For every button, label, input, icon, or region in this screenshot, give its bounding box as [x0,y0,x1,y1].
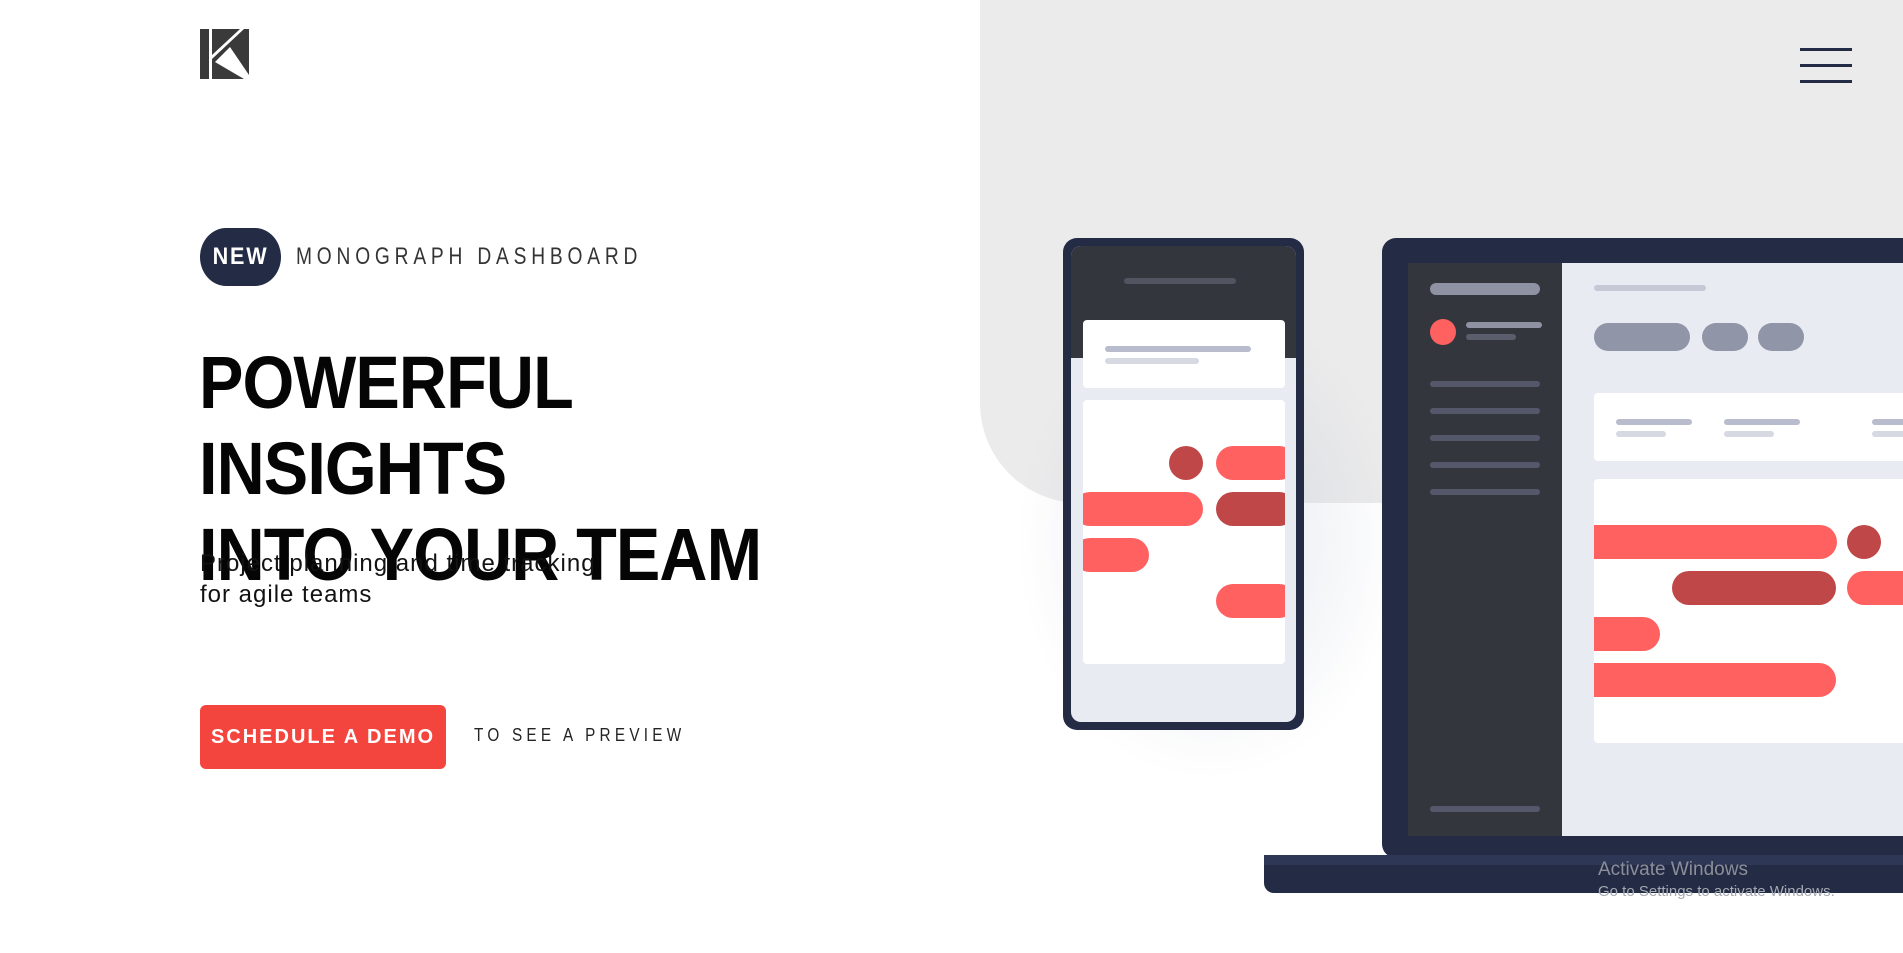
chart-bar [1083,538,1149,572]
hamburger-menu-button[interactable] [1800,48,1852,84]
placeholder-line [1872,419,1903,425]
sidebar-line [1430,462,1540,468]
chart-bar [1216,446,1285,480]
placeholder-line [1105,358,1199,364]
watermark-subtitle: Go to Settings to activate Windows. [1598,883,1835,900]
activate-windows-watermark: Activate Windows Go to Settings to activ… [1598,858,1835,902]
phone-notch [1124,278,1236,284]
sidebar-line [1430,806,1540,812]
sidebar-line [1466,334,1516,340]
sidebar-line [1430,489,1540,495]
sidebar-line [1430,408,1540,414]
product-badge-row: NEW MONOGRAPH DASHBOARD [200,228,729,286]
phone-illustration [1063,238,1304,730]
content-chart-card [1594,479,1903,743]
chart-bar [1672,571,1836,605]
subtext-line-2: for agile teams [200,581,373,608]
new-badge: NEW [200,228,281,286]
phone-card [1083,320,1285,388]
headline-line-1: POWERFUL INSIGHTS [199,341,573,510]
sidebar-title-line [1430,283,1540,295]
placeholder-line [1724,431,1774,437]
chart-bar [1594,663,1836,697]
sidebar-line [1430,435,1540,441]
content-pill [1702,323,1748,351]
laptop-screen [1408,263,1903,836]
sidebar-line [1466,322,1542,328]
chart-bar [1083,492,1203,526]
chart-bar [1847,571,1903,605]
menu-line [1800,48,1852,51]
menu-line [1800,64,1852,67]
avatar [1430,319,1456,345]
content-title-line [1594,285,1706,291]
see-preview-link[interactable]: TO SEE A PREVIEW [474,725,685,746]
phone-chart-card [1083,400,1285,664]
subtext-line-1: Project planning and time tracking [200,550,596,577]
phone-screen [1071,246,1296,722]
placeholder-line [1616,419,1692,425]
hero-subtext: Project planning and time tracking for a… [200,548,680,610]
placeholder-line [1872,431,1903,437]
chart-bar [1594,617,1660,651]
logo-k-icon[interactable] [200,29,249,79]
chart-dot [1169,446,1203,480]
placeholder-line [1724,419,1800,425]
chart-bar [1216,492,1285,526]
placeholder-line [1616,431,1666,437]
chart-bar [1594,525,1837,559]
schedule-demo-button[interactable]: SCHEDULE A DEMO [200,705,446,769]
content-pill [1758,323,1804,351]
chart-bar [1216,584,1285,618]
menu-line [1800,80,1852,83]
watermark-title: Activate Windows [1598,859,1748,880]
placeholder-line [1105,346,1251,352]
badge-label: MONOGRAPH DASHBOARD [296,243,643,270]
content-pill [1594,323,1690,351]
chart-dot [1847,525,1881,559]
landing-page: NEW MONOGRAPH DASHBOARD POWERFUL INSIGHT… [0,0,1903,953]
sidebar-line [1430,381,1540,387]
laptop-sidebar [1408,263,1562,836]
content-card [1594,393,1903,461]
